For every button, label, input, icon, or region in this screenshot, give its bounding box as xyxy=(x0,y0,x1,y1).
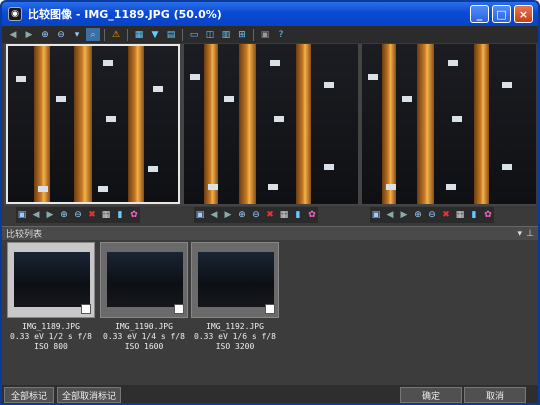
maximize-button[interactable]: □ xyxy=(492,5,511,23)
forward-icon[interactable]: ▶ xyxy=(22,28,36,41)
pane-1-toolbar: ▣ ◀ ▶ ⊕ ⊖ ✖ ▦ ▮ ✿ xyxy=(16,207,140,223)
close-button[interactable]: × xyxy=(514,5,533,23)
single-view-icon[interactable]: ▭ xyxy=(187,28,201,41)
list-item-caption: IMG_1190.JPG 0.33 eV 1/4 s f/8 ISO 1600 xyxy=(96,322,192,352)
image-pane-3[interactable] xyxy=(362,44,536,204)
file-name: IMG_1192.JPG xyxy=(206,322,264,331)
zoom-out-icon[interactable]: ⊖ xyxy=(250,209,262,221)
image-pane-1[interactable] xyxy=(6,44,180,204)
delete-icon[interactable]: ✖ xyxy=(264,209,276,221)
zoom-out-icon[interactable]: ⊖ xyxy=(72,209,84,221)
minimize-button[interactable]: _ xyxy=(470,5,489,23)
unmark-all-button[interactable]: 全部取消标记 xyxy=(57,387,121,403)
exposure-info: 0.33 eV 1/4 s f/8 xyxy=(103,332,185,341)
zoom-in-icon[interactable]: ⊕ xyxy=(412,209,424,221)
app-icon: ◉ xyxy=(8,7,22,21)
next-icon[interactable]: ▶ xyxy=(398,209,410,221)
zoom-in-icon[interactable]: ⊕ xyxy=(58,209,70,221)
iso-info: ISO 1600 xyxy=(124,342,164,351)
mark-checkbox[interactable] xyxy=(265,304,275,314)
dual-view-icon[interactable]: ◫ xyxy=(203,28,217,41)
rating-icon[interactable]: ▮ xyxy=(468,209,480,221)
compare-list-header: 比较列表 ▾ ⊥ xyxy=(2,226,538,240)
layout-icon[interactable]: ▤ xyxy=(164,28,178,41)
delete-icon[interactable]: ✖ xyxy=(86,209,98,221)
list-item-thumbnail[interactable] xyxy=(7,242,95,318)
color-icon[interactable]: ✿ xyxy=(482,209,494,221)
zoom-out-icon[interactable]: ⊖ xyxy=(426,209,438,221)
title-bar[interactable]: ◉ 比较图像 - IMG_1189.JPG (50.0%) _ □ × xyxy=(2,2,538,26)
exposure-info: 0.33 eV 1/6 s f/8 xyxy=(194,332,276,341)
save-icon[interactable]: ▣ xyxy=(370,209,382,221)
next-icon[interactable]: ▶ xyxy=(44,209,56,221)
list-item-caption: IMG_1192.JPG 0.33 eV 1/6 s f/8 ISO 3200 xyxy=(187,322,283,352)
delete-icon[interactable]: ✖ xyxy=(440,209,452,221)
thumbnail-image xyxy=(107,252,183,307)
iso-info: ISO 800 xyxy=(34,342,68,351)
mark-checkbox[interactable] xyxy=(174,304,184,314)
rating-icon[interactable]: ▮ xyxy=(292,209,304,221)
bottom-bar: 全部标记 全部取消标记 确定 取消 xyxy=(2,385,538,403)
save-icon[interactable]: ▣ xyxy=(16,209,28,221)
zoom-out-icon[interactable]: ⊖ xyxy=(54,28,68,41)
prev-icon[interactable]: ◀ xyxy=(384,209,396,221)
file-name: IMG_1189.JPG xyxy=(22,322,80,331)
quad-view-icon[interactable]: ⊞ xyxy=(235,28,249,41)
back-icon[interactable]: ◀ xyxy=(6,28,20,41)
help-icon[interactable]: ? xyxy=(274,28,288,41)
cancel-button[interactable]: 取消 xyxy=(464,387,526,403)
compare-list: IMG_1189.JPG 0.33 eV 1/2 s f/8 ISO 800 I… xyxy=(2,240,538,385)
image-pane-2[interactable] xyxy=(184,44,358,204)
save-icon[interactable]: ▣ xyxy=(194,209,206,221)
next-icon[interactable]: ▶ xyxy=(222,209,234,221)
thumbnail-image xyxy=(198,252,274,307)
file-name: IMG_1190.JPG xyxy=(115,322,173,331)
list-item-thumbnail[interactable] xyxy=(191,242,279,318)
main-toolbar: ◀ ▶ ⊕ ⊖ ▾ ⌕ ⚠ ▦ ▼ ▤ ▭ ◫ ▥ ⊞ ▣ ? xyxy=(2,26,538,43)
mark-all-button[interactable]: 全部标记 xyxy=(4,387,54,403)
mark-checkbox[interactable] xyxy=(81,304,91,314)
compare-panes xyxy=(4,44,536,206)
grid-icon[interactable]: ▦ xyxy=(454,209,466,221)
compare-list-title: 比较列表 xyxy=(6,230,43,240)
exposure-info: 0.33 eV 1/2 s f/8 xyxy=(10,332,92,341)
zoom-in-icon[interactable]: ⊕ xyxy=(38,28,52,41)
grid-icon[interactable]: ▦ xyxy=(132,28,146,41)
warning-icon[interactable]: ⚠ xyxy=(109,28,123,41)
window-title: 比较图像 - IMG_1189.JPG (50.0%) xyxy=(28,8,222,21)
pane-3-toolbar: ▣ ◀ ▶ ⊕ ⊖ ✖ ▦ ▮ ✿ xyxy=(370,207,494,223)
ok-button[interactable]: 确定 xyxy=(400,387,462,403)
filter-icon[interactable]: ▼ xyxy=(148,28,162,41)
pin-icon[interactable]: ⊥ xyxy=(526,229,534,239)
color-icon[interactable]: ✿ xyxy=(128,209,140,221)
grid-icon[interactable]: ▦ xyxy=(278,209,290,221)
grid-icon[interactable]: ▦ xyxy=(100,209,112,221)
zoom-in-icon[interactable]: ⊕ xyxy=(236,209,248,221)
list-dropdown-icon[interactable]: ▾ xyxy=(517,229,522,239)
zoom-fit-icon[interactable]: ⌕ xyxy=(86,28,100,41)
triple-view-icon[interactable]: ▥ xyxy=(219,28,233,41)
rating-icon[interactable]: ▮ xyxy=(114,209,126,221)
iso-info: ISO 3200 xyxy=(215,342,255,351)
pane-2-toolbar: ▣ ◀ ▶ ⊕ ⊖ ✖ ▦ ▮ ✿ xyxy=(194,207,318,223)
prev-icon[interactable]: ◀ xyxy=(30,209,42,221)
window-icon[interactable]: ▣ xyxy=(258,28,272,41)
compare-images-window: ◉ 比较图像 - IMG_1189.JPG (50.0%) _ □ × ◀ ▶ … xyxy=(0,0,540,405)
color-icon[interactable]: ✿ xyxy=(306,209,318,221)
thumbnail-image xyxy=(14,252,90,307)
list-item-caption: IMG_1189.JPG 0.33 eV 1/2 s f/8 ISO 800 xyxy=(3,322,99,352)
zoom-dropdown-icon[interactable]: ▾ xyxy=(70,28,84,41)
list-item-thumbnail[interactable] xyxy=(100,242,188,318)
prev-icon[interactable]: ◀ xyxy=(208,209,220,221)
